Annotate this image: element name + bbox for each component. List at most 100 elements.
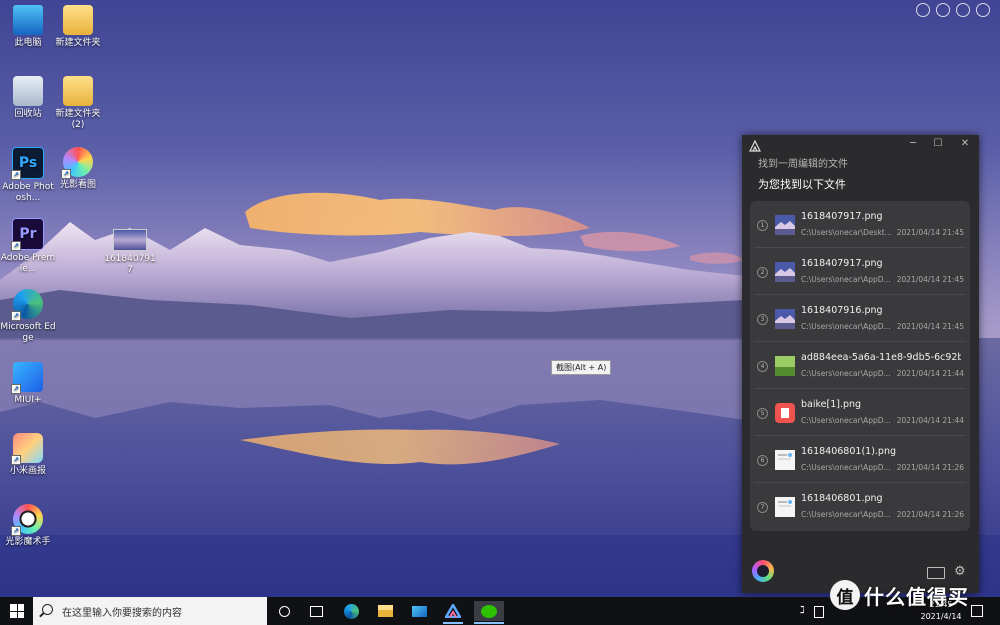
desktop-icon-photoshop[interactable]: Ps ↗ Adobe Photosh...	[0, 147, 56, 204]
file-path: C:\Users\onecar\AppD...	[801, 463, 891, 472]
image-thumbnail-icon	[775, 309, 795, 329]
search-placeholder: 在这里输入你要搜索的内容	[62, 608, 182, 619]
desktop-icon-label: MIUI+	[14, 395, 42, 405]
desktop-icon-edge[interactable]: ↗ Microsoft Edge	[0, 289, 56, 344]
desktop-icon-neoimaging[interactable]: ↗ 光影魔术手	[0, 504, 56, 548]
result-row-7[interactable]: 7 1618406801.png C:\Users\onecar\AppD...…	[754, 483, 966, 529]
shortcut-arrow-icon: ↗	[61, 169, 71, 179]
results-heading: 为您找到以下文件	[758, 178, 846, 191]
search-icon	[42, 604, 53, 615]
shortcut-arrow-icon: ↗	[11, 526, 21, 536]
computer-icon	[13, 5, 43, 35]
taskbar-file-explorer[interactable]	[375, 601, 395, 621]
folder-icon	[63, 76, 93, 106]
shortcut-arrow-icon: ↗	[11, 311, 21, 321]
result-index: 6	[757, 455, 768, 466]
results-list: 1 1618407917.png C:\Users\onecar\Deskt..…	[750, 201, 970, 531]
photo-viewer-icon: ↗	[61, 147, 93, 179]
shortcut-arrow-icon: ↗	[11, 455, 21, 465]
desktop-icon-label: 回收站	[14, 109, 42, 119]
desktop-icon-premiere[interactable]: Pr ↗ Adobe Premie...	[0, 218, 56, 275]
windows-logo-icon	[10, 604, 17, 611]
taskbar-xiaoai[interactable]	[443, 601, 463, 624]
result-index: 7	[757, 502, 768, 513]
result-index: 3	[757, 314, 768, 325]
image-thumbnail-icon	[775, 356, 795, 376]
result-row-6[interactable]: 6 1618406801(1).png C:\Users\onecar\AppD…	[754, 436, 966, 483]
desktop-icon-new-folder-2[interactable]: 新建文件夹 (2)	[50, 76, 106, 131]
file-name: ad884eea-5a6a-11e8-9db5-6c92bf3...	[801, 352, 961, 363]
file-path: C:\Users\onecar\AppD...	[801, 416, 891, 425]
file-date: 2021/04/14 21:45	[896, 322, 964, 331]
image-thumbnail-icon	[775, 262, 795, 282]
voice-assistant-icon[interactable]	[752, 560, 774, 582]
desktop-icon-this-pc[interactable]: 此电脑	[0, 5, 56, 49]
desktop-icon-label: 此电脑	[14, 38, 42, 48]
file-date: 2021/04/14 21:45	[896, 275, 964, 284]
desktop-icon-label: Adobe Premie...	[0, 253, 56, 274]
clock-date: 2021/4/14	[920, 612, 962, 621]
watermark-badge: 值	[830, 580, 860, 610]
desktop-icon-new-folder[interactable]: 新建文件夹	[50, 5, 106, 49]
desktop-icon-label: 新建文件夹 (2)	[55, 109, 101, 130]
desktop-icon-label: 光影魔术手	[5, 537, 51, 547]
xiaoai-logo-icon	[749, 140, 761, 152]
notification-center-icon[interactable]	[971, 605, 983, 617]
desktop-icon-photo-viewer[interactable]: ↗ 光影看图	[50, 147, 106, 191]
file-path: C:\Users\onecar\AppD...	[801, 369, 891, 378]
desktop-icon-miui-plus[interactable]: ↗ MIUI+	[0, 362, 56, 406]
result-row-3[interactable]: 3 1618407916.png C:\Users\onecar\AppD...…	[754, 295, 966, 342]
task-view-button[interactable]	[306, 601, 326, 621]
image-thumbnail-icon	[775, 450, 795, 470]
file-name: 1618407917.png	[801, 211, 883, 222]
result-row-1[interactable]: 1 1618407917.png C:\Users\onecar\Deskt..…	[754, 201, 966, 248]
start-button[interactable]	[10, 604, 24, 618]
pause-icon[interactable]	[956, 3, 970, 17]
task-view-icon	[309, 605, 323, 617]
xiaoai-search-panel: ─ ☐ ✕ 找到一周编辑的文件 为您找到以下文件 1 1618407917.pn…	[742, 135, 979, 593]
taskbar-wechat[interactable]	[474, 601, 504, 624]
file-path: C:\Users\onecar\AppD...	[801, 322, 891, 331]
maximize-button[interactable]: ☐	[931, 138, 945, 149]
minimize-button[interactable]: ─	[906, 138, 920, 149]
running-indicator	[474, 622, 504, 624]
taskbar-search-input[interactable]: 在这里输入你要搜索的内容	[33, 597, 267, 625]
folder-icon	[63, 5, 93, 35]
cortana-button[interactable]	[274, 601, 294, 621]
file-explorer-icon	[377, 605, 393, 617]
recycle-bin-icon	[13, 76, 43, 106]
keyboard-icon[interactable]	[927, 567, 945, 579]
weibo-icon[interactable]	[976, 3, 990, 17]
watermark-text: 什么值得买	[864, 584, 969, 609]
file-date: 2021/04/14 21:26	[896, 510, 964, 519]
desktop-icon-label: Adobe Photosh...	[2, 182, 54, 203]
result-index: 4	[757, 361, 768, 372]
file-path: C:\Users\onecar\AppD...	[801, 275, 891, 284]
file-path: C:\Users\onecar\AppD...	[801, 510, 891, 519]
desktop-icon-mi-wallpaper[interactable]: ↗ 小米画报	[0, 433, 56, 477]
refresh-icon[interactable]	[936, 3, 950, 17]
result-row-2[interactable]: 2 1618407917.png C:\Users\onecar\AppD...…	[754, 248, 966, 295]
input-method-icon[interactable]: ℷ	[800, 605, 805, 616]
mail-icon	[411, 605, 427, 617]
desktop-icon-label: 小米画报	[9, 466, 46, 476]
image-thumbnail-icon	[775, 215, 795, 235]
photoshop-glyph: Ps	[18, 154, 38, 171]
taskbar-edge[interactable]	[341, 601, 361, 621]
wechat-icon	[481, 604, 497, 618]
result-row-5[interactable]: 5 baike[1].png C:\Users\onecar\AppD... 2…	[754, 389, 966, 436]
battery-icon[interactable]	[814, 606, 824, 618]
image-file-icon	[113, 229, 147, 251]
image-thumbnail-icon	[775, 497, 795, 517]
tray-app-icon[interactable]	[916, 3, 930, 17]
settings-gear-icon[interactable]: ⚙	[954, 564, 966, 579]
desktop-icon-image-file[interactable]: 1618407917	[102, 229, 158, 276]
shortcut-arrow-icon: ↗	[11, 170, 21, 180]
miui-plus-icon: ↗	[11, 362, 43, 394]
desktop-icon-recycle-bin[interactable]: 回收站	[0, 76, 56, 120]
taskbar-mail[interactable]	[409, 601, 429, 621]
xiaoai-icon	[445, 604, 461, 618]
result-row-4[interactable]: 4 ad884eea-5a6a-11e8-9db5-6c92bf3... C:\…	[754, 342, 966, 389]
desktop-icon-label: 1618407917	[104, 254, 156, 275]
close-button[interactable]: ✕	[958, 138, 972, 149]
